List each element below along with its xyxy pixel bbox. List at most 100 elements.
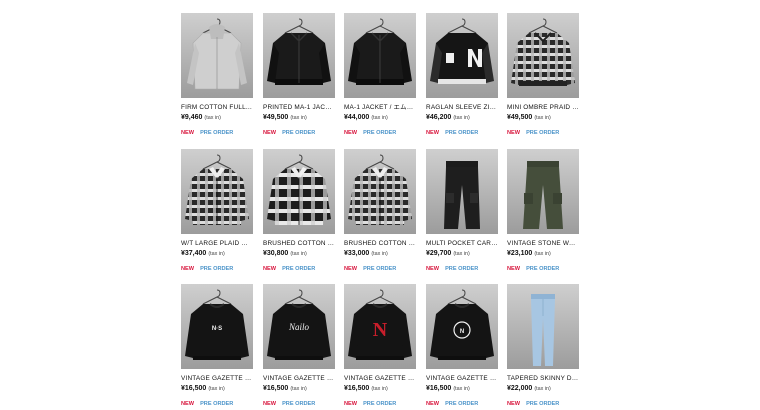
preorder-badge: PRE ORDER bbox=[282, 130, 316, 136]
product-card[interactable]: W/T LARGE PLAID ME... ¥37,400 (tax in) NEW P… bbox=[181, 149, 253, 273]
product-price-line: ¥33,000 (tax in) bbox=[344, 249, 416, 259]
product-name[interactable]: VINTAGE GAZETTE N... bbox=[263, 374, 335, 383]
product-image[interactable] bbox=[181, 13, 253, 98]
tax-note: (tax in) bbox=[534, 386, 551, 392]
product-card[interactable]: Nailo VINTAGE GAZETTE N... ¥16,500 (tax in)… bbox=[263, 284, 335, 408]
product-card[interactable]: TAPERED SKINNY DE... ¥22,000 (tax in) NEW PR… bbox=[507, 284, 579, 408]
product-image[interactable] bbox=[507, 13, 579, 98]
product-name[interactable]: RAGLAN SLEEVE ZIPP... bbox=[426, 103, 498, 112]
product-price: ¥29,700 bbox=[426, 250, 452, 257]
product-price: ¥37,400 bbox=[181, 250, 207, 257]
product-image[interactable] bbox=[426, 13, 498, 98]
product-image[interactable] bbox=[181, 149, 253, 234]
new-badge: NEW bbox=[263, 401, 277, 407]
product-price-line: ¥22,000 (tax in) bbox=[507, 384, 579, 394]
product-tags: NEW PRE ORDER bbox=[507, 265, 579, 273]
tax-note: (tax in) bbox=[290, 115, 307, 121]
product-image[interactable] bbox=[507, 149, 579, 234]
product-tags: NEW PRE ORDER bbox=[507, 400, 579, 408]
product-card[interactable]: MA-1 JACKET / エムエ... ¥44,000 (tax in) NEW PR… bbox=[344, 13, 416, 137]
product-price: ¥16,500 bbox=[263, 385, 289, 392]
product-card[interactable]: RAGLAN SLEEVE ZIPP... ¥46,200 (tax in) NEW P… bbox=[426, 13, 498, 137]
product-name[interactable]: VINTAGE GAZETTE C... bbox=[426, 374, 498, 383]
preorder-badge: PRE ORDER bbox=[282, 401, 316, 407]
product-card[interactable]: FIRM COTTON FULL Z... ¥9,460 (tax in) NEW PR… bbox=[181, 13, 253, 137]
product-card[interactable]: N VINTAGE GAZETTE N-... ¥16,500 (tax in) NEW… bbox=[344, 284, 416, 408]
new-badge: NEW bbox=[426, 130, 440, 136]
preorder-badge: PRE ORDER bbox=[363, 401, 397, 407]
product-card[interactable]: BRUSHED COTTON O... ¥30,800 (tax in) NEW PRE… bbox=[263, 149, 335, 273]
product-price-line: ¥29,700 (tax in) bbox=[426, 249, 498, 259]
product-tags: NEW PRE ORDER bbox=[181, 400, 253, 408]
preorder-badge: PRE ORDER bbox=[445, 130, 479, 136]
product-name[interactable]: BRUSHED COTTON O... bbox=[344, 239, 416, 248]
product-card[interactable]: MULTI POCKET CARG... ¥29,700 (tax in) NEW PR… bbox=[426, 149, 498, 273]
tax-note: (tax in) bbox=[371, 386, 388, 392]
product-tags: NEW PRE ORDER bbox=[426, 129, 498, 137]
product-price-line: ¥16,500 (tax in) bbox=[181, 384, 253, 394]
product-name[interactable]: MULTI POCKET CARG... bbox=[426, 239, 498, 248]
product-image[interactable]: N·S bbox=[181, 284, 253, 369]
preorder-badge: PRE ORDER bbox=[200, 401, 234, 407]
preorder-badge: PRE ORDER bbox=[200, 266, 234, 272]
new-badge: NEW bbox=[426, 266, 440, 272]
product-name[interactable]: PRINTED MA-1 JACKE... bbox=[263, 103, 335, 112]
product-image[interactable] bbox=[344, 13, 416, 98]
preorder-badge: PRE ORDER bbox=[526, 266, 560, 272]
svg-text:N·S: N·S bbox=[212, 326, 222, 332]
product-price: ¥33,000 bbox=[344, 250, 370, 257]
product-card[interactable]: MINI OMBRE PRAID IN... ¥49,500 (tax in) NEW… bbox=[507, 13, 579, 137]
tax-note: (tax in) bbox=[371, 251, 388, 257]
product-card[interactable]: BRUSHED COTTON O... ¥33,000 (tax in) NEW PRE… bbox=[344, 149, 416, 273]
product-image[interactable] bbox=[426, 149, 498, 234]
product-price: ¥16,500 bbox=[181, 385, 207, 392]
preorder-badge: PRE ORDER bbox=[445, 401, 479, 407]
tax-note: (tax in) bbox=[290, 251, 307, 257]
product-tags: NEW PRE ORDER bbox=[181, 265, 253, 273]
product-card[interactable]: N VINTAGE GAZETTE C... ¥16,500 (tax in) NEW P… bbox=[426, 284, 498, 408]
tax-note: (tax in) bbox=[453, 386, 470, 392]
product-name[interactable]: MINI OMBRE PRAID IN... bbox=[507, 103, 579, 112]
tax-note: (tax in) bbox=[534, 115, 551, 121]
product-name[interactable]: W/T LARGE PLAID ME... bbox=[181, 239, 253, 248]
product-tags: NEW PRE ORDER bbox=[426, 265, 498, 273]
product-tags: NEW PRE ORDER bbox=[344, 265, 416, 273]
product-name[interactable]: MA-1 JACKET / エムエ... bbox=[344, 103, 416, 112]
product-image[interactable]: N bbox=[344, 284, 416, 369]
preorder-badge: PRE ORDER bbox=[282, 266, 316, 272]
product-name[interactable]: VINTAGE GAZETTE N-... bbox=[181, 374, 253, 383]
product-name[interactable]: FIRM COTTON FULL Z... bbox=[181, 103, 253, 112]
product-price-line: ¥30,800 (tax in) bbox=[263, 249, 335, 259]
new-badge: NEW bbox=[181, 266, 195, 272]
product-tags: NEW PRE ORDER bbox=[507, 129, 579, 137]
product-name[interactable]: VINTAGE STONE WAS... bbox=[507, 239, 579, 248]
product-card[interactable]: PRINTED MA-1 JACKE... ¥49,500 (tax in) NEW P… bbox=[263, 13, 335, 137]
product-image[interactable]: N bbox=[426, 284, 498, 369]
product-name[interactable]: TAPERED SKINNY DE... bbox=[507, 374, 579, 383]
product-price-line: ¥37,400 (tax in) bbox=[181, 249, 253, 259]
product-image[interactable] bbox=[263, 13, 335, 98]
product-price-line: ¥9,460 (tax in) bbox=[181, 113, 253, 123]
product-tags: NEW PRE ORDER bbox=[426, 400, 498, 408]
product-card[interactable]: N·S VINTAGE GAZETTE N-... ¥16,500 (tax in) N… bbox=[181, 284, 253, 408]
product-tags: NEW PRE ORDER bbox=[344, 129, 416, 137]
new-badge: NEW bbox=[263, 266, 277, 272]
product-price: ¥49,500 bbox=[507, 114, 533, 121]
tax-note: (tax in) bbox=[453, 251, 470, 257]
product-image[interactable] bbox=[263, 149, 335, 234]
svg-text:N: N bbox=[373, 319, 388, 341]
product-image[interactable]: Nailo bbox=[263, 284, 335, 369]
tax-note: (tax in) bbox=[204, 115, 221, 121]
tax-note: (tax in) bbox=[371, 115, 388, 121]
product-price: ¥49,500 bbox=[263, 114, 289, 121]
product-name[interactable]: BRUSHED COTTON O... bbox=[263, 239, 335, 248]
product-name[interactable]: VINTAGE GAZETTE N-... bbox=[344, 374, 416, 383]
product-image[interactable] bbox=[507, 284, 579, 369]
product-price-line: ¥16,500 (tax in) bbox=[426, 384, 498, 394]
preorder-badge: PRE ORDER bbox=[363, 130, 397, 136]
product-price: ¥46,200 bbox=[426, 114, 452, 121]
product-price: ¥30,800 bbox=[263, 250, 289, 257]
product-card[interactable]: VINTAGE STONE WAS... ¥23,100 (tax in) NEW PR… bbox=[507, 149, 579, 273]
product-image[interactable] bbox=[344, 149, 416, 234]
tax-note: (tax in) bbox=[290, 386, 307, 392]
